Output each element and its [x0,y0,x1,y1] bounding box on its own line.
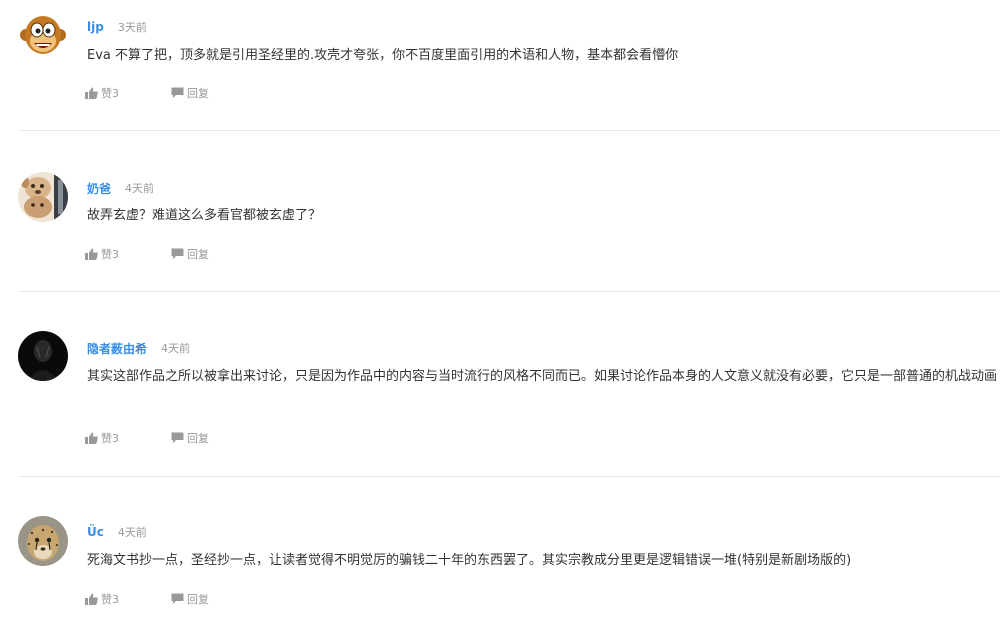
speech-bubble-icon [171,87,184,98]
timestamp: 4天前 [161,342,191,355]
like-count: 赞3 [101,593,119,606]
username[interactable]: 隐者薮由希 [87,340,147,357]
cartoon-monkey-avatar [18,11,68,61]
comment-text: 其实这部作品之所以被拿出来讨论，只是因为作品中的内容与当时流行的风格不同而已。如… [87,369,998,384]
puppy-photo-avatar [18,172,68,222]
reply-button[interactable]: 回复 [171,246,209,262]
comment-meta: 奶爸 4天前 [87,179,154,197]
thumbs-up-icon [85,87,98,99]
reply-label: 回复 [187,248,209,261]
like-button[interactable]: 赞3 [85,430,171,446]
comment-actions: 赞3 回复 [85,430,209,446]
reply-button[interactable]: 回复 [171,591,209,607]
divider [18,130,1000,131]
comment-actions: 赞3 回复 [85,591,209,607]
dark-figure-avatar [18,331,68,381]
divider [18,476,1000,477]
comment-text: 死海文书抄一点，圣经抄一点，让读者觉得不明觉厉的骗钱二十年的东西罢了。其实宗教成… [87,553,852,568]
comment-list: ljp 3天前 Eva 不算了把，顶多就是引用圣经里的.攻壳才夸张，你不百度里面… [0,0,1000,619]
reply-label: 回复 [187,432,209,445]
like-count: 赞3 [101,432,119,445]
username[interactable]: Üc [87,525,104,539]
comment-text: 故弄玄虚？难道这么多看官都被玄虚了？ [87,208,322,223]
like-button[interactable]: 赞3 [85,246,171,262]
avatar[interactable] [18,11,68,61]
timestamp: 4天前 [117,526,147,539]
reply-button[interactable]: 回复 [171,85,209,101]
comment-meta: 隐者薮由希 4天前 [87,339,190,357]
speech-bubble-icon [171,432,184,443]
cheetah-photo-avatar [18,516,68,566]
avatar[interactable] [18,172,68,222]
thumbs-up-icon [85,593,98,605]
username[interactable]: ljp [87,20,104,34]
avatar[interactable] [18,331,68,381]
reply-label: 回复 [187,87,209,100]
comment-text: Eva 不算了把，顶多就是引用圣经里的.攻壳才夸张，你不百度里面引用的术语和人物… [87,48,679,63]
comment-actions: 赞3 回复 [85,246,209,262]
speech-bubble-icon [171,248,184,259]
avatar[interactable] [18,516,68,566]
username[interactable]: 奶爸 [87,180,111,197]
reply-label: 回复 [187,593,209,606]
timestamp: 3天前 [117,21,147,34]
thumbs-up-icon [85,248,98,260]
thumbs-up-icon [85,432,98,444]
like-count: 赞3 [101,87,119,100]
speech-bubble-icon [171,593,184,604]
comment-actions: 赞3 回复 [85,85,209,101]
like-button[interactable]: 赞3 [85,591,171,607]
timestamp: 4天前 [125,182,155,195]
reply-button[interactable]: 回复 [171,430,209,446]
like-button[interactable]: 赞3 [85,85,171,101]
like-count: 赞3 [101,248,119,261]
divider [18,291,1000,292]
comment-meta: ljp 3天前 [87,18,147,36]
comment-meta: Üc 4天前 [87,523,147,541]
